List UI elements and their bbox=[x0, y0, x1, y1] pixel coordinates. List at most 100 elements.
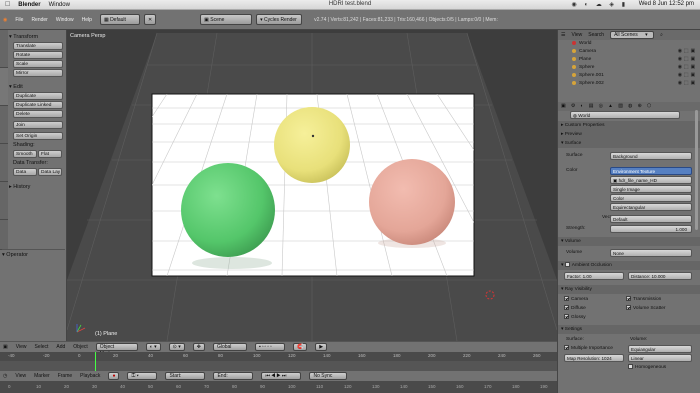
data-layout-button[interactable]: Data Lay bbox=[38, 168, 62, 176]
timeline-playback-menu[interactable]: Playback bbox=[80, 373, 100, 379]
timeline-frame-menu[interactable]: Frame bbox=[58, 373, 72, 379]
timeline-editor-icon[interactable]: ◷ bbox=[3, 373, 7, 379]
flat-button[interactable]: Flat bbox=[38, 150, 62, 158]
volume-scatter-checkbox[interactable] bbox=[626, 305, 631, 311]
app-menu[interactable]: Blender bbox=[18, 2, 40, 8]
outliner-row-camera[interactable]: Camera ◉⬚▣ bbox=[558, 48, 700, 56]
preview-panel[interactable]: ▸ Preview bbox=[558, 130, 700, 139]
visibility-icons[interactable]: ◉⬚▣ bbox=[678, 64, 697, 72]
select-menu[interactable]: Select bbox=[34, 344, 48, 350]
menubar-clock[interactable]: Wed 8 Jun 12:52 pm bbox=[639, 1, 694, 7]
menu-file[interactable]: File bbox=[15, 17, 23, 23]
volume-interpolation-dropdown[interactable]: Linear bbox=[628, 354, 692, 362]
ao-factor-field[interactable]: Factor: 1.00 bbox=[564, 272, 624, 280]
layout-dropdown[interactable]: ▦ Default bbox=[99, 14, 140, 25]
custom-properties-panel[interactable]: ▸ Custom Properties bbox=[558, 121, 700, 130]
snap-toggle[interactable]: 🧲 bbox=[292, 343, 308, 351]
engine-dropdown[interactable]: ▾ Cycles Render bbox=[256, 14, 303, 25]
viewport-shading-dropdown[interactable]: ◐ ▾ bbox=[145, 343, 161, 351]
ray-glossy-row[interactable]: Glossy bbox=[558, 313, 700, 322]
shelf-tab-relations[interactable] bbox=[0, 106, 8, 144]
outliner-editor-icon[interactable]: ☰ bbox=[561, 32, 565, 38]
editor-type-icon[interactable]: ▣ bbox=[3, 344, 8, 350]
object-menu[interactable]: Object bbox=[73, 344, 87, 350]
timeline-ruler[interactable]: -40 -20 0 20 40 60 80 100 120 140 160 180 200 220 240 2… bbox=[0, 352, 557, 361]
vector-dropdown[interactable]: Default bbox=[610, 215, 692, 223]
ray-transmission-row[interactable]: Transmission bbox=[626, 295, 700, 304]
shelf-tab-animation[interactable] bbox=[0, 144, 8, 182]
blender-logo-icon[interactable]: ◉ bbox=[3, 17, 7, 23]
outliner-row-plane[interactable]: Plane ◉⬚▣ bbox=[558, 56, 700, 64]
scene-dropdown[interactable]: ▣ Scene bbox=[200, 14, 253, 25]
pink-sphere[interactable] bbox=[369, 159, 455, 245]
timeline-playhead[interactable] bbox=[95, 352, 96, 371]
outliner-row-world[interactable]: World bbox=[558, 40, 700, 48]
sync-dropdown[interactable]: No Sync ▾ bbox=[309, 372, 348, 386]
projection-dropdown[interactable]: Equirectangular bbox=[610, 203, 692, 211]
smooth-button[interactable]: Smooth bbox=[13, 150, 37, 158]
outliner-search-icon[interactable]: ⌕ bbox=[660, 32, 663, 38]
shelf-tab-grease-pencil[interactable] bbox=[0, 220, 8, 250]
outliner-row-sphere-002[interactable]: Sphere.002 ◉⬚▣ bbox=[558, 80, 700, 88]
volume-panel[interactable]: ▾ Volume bbox=[558, 237, 700, 246]
image-datablock-field[interactable]: ▣ hdr_file_name_HD bbox=[610, 176, 692, 184]
visibility-icons[interactable]: ◉⬚▣ bbox=[678, 80, 697, 88]
visibility-icons[interactable]: ◉⬚▣ bbox=[678, 48, 697, 56]
image-source-dropdown[interactable]: Single Image bbox=[610, 185, 692, 193]
mode-dropdown[interactable]: Object Mode ▾ bbox=[95, 343, 138, 357]
range-end-field[interactable]: End: bbox=[213, 372, 254, 380]
map-resolution-field[interactable]: Map Resolution: 1024 bbox=[564, 354, 624, 362]
translate-button[interactable]: Translate bbox=[13, 42, 63, 50]
render-preview-button[interactable]: ▶ bbox=[315, 343, 328, 351]
color-space-dropdown[interactable]: Color bbox=[610, 194, 692, 202]
timeline[interactable]: -40 -20 0 20 40 60 80 100 120 140 160 180 200 220 240 2… bbox=[0, 352, 557, 393]
timeline-marker-menu[interactable]: Marker bbox=[34, 373, 50, 379]
delete-button[interactable]: Delete bbox=[13, 110, 63, 118]
ray-volume-scatter-row[interactable]: Volume Scatter bbox=[626, 304, 700, 313]
menu-render[interactable]: Render bbox=[31, 17, 47, 23]
visibility-icons[interactable]: ◉⬚▣ bbox=[678, 72, 697, 80]
layers-widget[interactable]: ▪▫▫▫▫ bbox=[254, 343, 285, 351]
ao-distance-field[interactable]: Distance: 10.000 bbox=[628, 272, 692, 280]
ambient-occlusion-checkbox[interactable] bbox=[564, 262, 570, 268]
ray-visibility-panel[interactable]: ▾ Ray Visibility bbox=[558, 285, 700, 294]
mirror-button[interactable]: Mirror bbox=[13, 69, 63, 77]
playback-controls[interactable]: ⏮◀▶⏭ bbox=[261, 372, 302, 380]
volume-sampling-dropdown[interactable]: Equiangular bbox=[628, 345, 692, 353]
apple-icon[interactable]:  bbox=[5, 1, 10, 8]
orientation-dropdown[interactable]: Global ▾ bbox=[212, 343, 247, 357]
3d-viewport[interactable]: Camera Persp (1) Plane bbox=[67, 30, 557, 341]
range-start-field[interactable]: Start: bbox=[165, 372, 206, 380]
add-menu[interactable]: Add bbox=[56, 344, 65, 350]
properties-context-tabs[interactable]: ▣ ⚙ ◐ ▤ ◎ ▲ ▨ ◍ ⊕ ⬡ bbox=[558, 102, 700, 111]
homogeneous-checkbox[interactable] bbox=[628, 364, 633, 370]
pivot-dropdown[interactable]: ⊙ ▾ bbox=[168, 343, 185, 351]
yellow-sphere[interactable] bbox=[274, 107, 350, 183]
shelf-tab-tools[interactable] bbox=[0, 30, 8, 68]
mis-checkbox[interactable] bbox=[564, 345, 569, 351]
homogeneous-row[interactable]: Homogeneous bbox=[628, 363, 700, 372]
outliner-search-menu[interactable]: Search bbox=[588, 32, 604, 38]
surface-panel[interactable]: ▾ Surface bbox=[558, 139, 700, 148]
scale-button[interactable]: Scale bbox=[13, 60, 63, 68]
join-button[interactable]: Join bbox=[13, 121, 63, 129]
record-button[interactable]: ● bbox=[108, 372, 120, 380]
strength-field[interactable]: 1.000 bbox=[610, 225, 692, 233]
outliner-row-sphere[interactable]: Sphere ◉⬚▣ bbox=[558, 64, 700, 72]
outliner-row-sphere-001[interactable]: Sphere.001 ◉⬚▣ bbox=[558, 72, 700, 80]
properties-scrollbar[interactable] bbox=[695, 110, 698, 230]
volume-shader-dropdown[interactable]: None bbox=[610, 249, 692, 257]
timeline-view-menu[interactable]: View bbox=[15, 373, 26, 379]
visibility-icons[interactable]: ◉⬚▣ bbox=[678, 56, 697, 64]
camera-checkbox[interactable] bbox=[564, 296, 569, 302]
surface-shader-dropdown[interactable]: Background bbox=[610, 152, 692, 160]
ambient-occlusion-panel[interactable]: ▾ Ambient Occlusion bbox=[558, 261, 700, 270]
rotate-button[interactable]: Rotate bbox=[13, 51, 63, 59]
green-sphere[interactable] bbox=[181, 163, 275, 257]
duplicate-linked-button[interactable]: Duplicate Linked bbox=[13, 101, 63, 109]
shelf-tab-physics[interactable] bbox=[0, 182, 8, 220]
layout-close-button[interactable]: ✕ bbox=[143, 14, 157, 25]
outliner-scenes-dropdown[interactable]: All Scenes ▾ bbox=[610, 31, 655, 39]
timeline-frame-ruler[interactable]: 0 10 20 30 40 50 60 70 80 90 100 110 120 130 140 150 160… bbox=[0, 381, 557, 393]
world-datablock-field[interactable]: ◍ World bbox=[570, 111, 680, 119]
